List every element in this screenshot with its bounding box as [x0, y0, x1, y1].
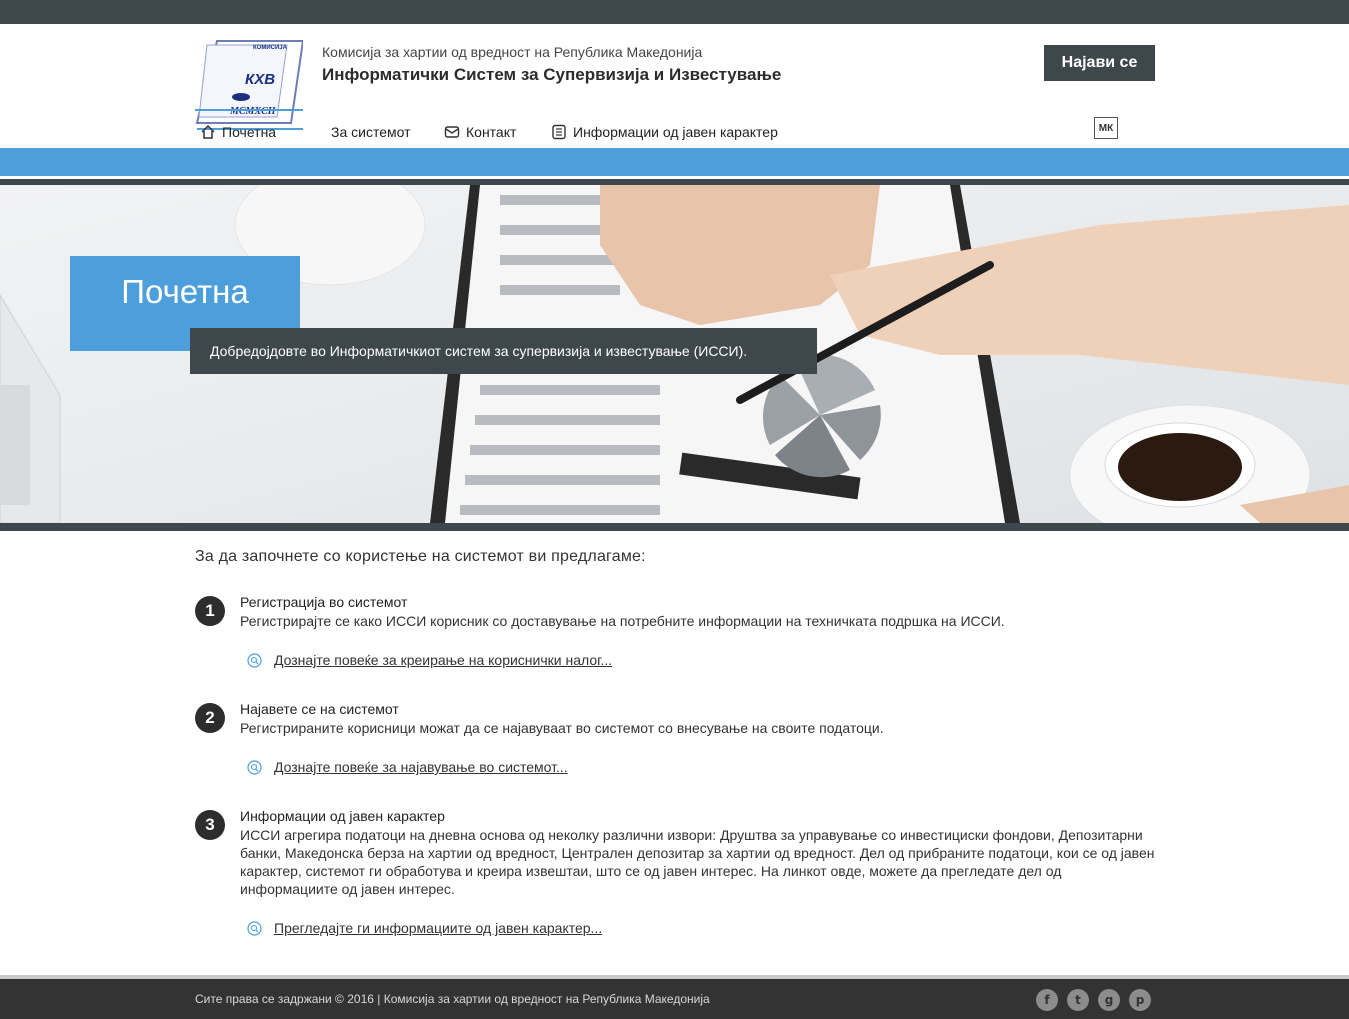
step-link-public-info[interactable]: Прегледајте ги информациите од јавен кар…: [247, 920, 602, 936]
step-text: ИССИ агрегира податоци на дневна основа …: [240, 827, 1155, 897]
system-name: Информатички Систем за Супервизија и Изв…: [322, 65, 782, 84]
step-title: Најавете се на системот: [240, 701, 399, 717]
step-link-label: Дознајте повеќе за креирање на корисничк…: [274, 652, 613, 668]
home-icon: [201, 124, 215, 139]
language-switch[interactable]: МК: [1094, 117, 1118, 139]
nav-item-label: Почетна: [222, 124, 277, 140]
nav-item-label: Информации од јавен карактер: [573, 124, 778, 140]
footer: Сите права се задржани © 2016 | Комисија…: [0, 979, 1349, 1019]
nav-active-indicator: [195, 109, 303, 111]
hero-subtitle: Добредојдовте во Информатичкиот систем з…: [190, 328, 817, 374]
step-link-login[interactable]: Дознајте повеќе за најавување во системо…: [247, 759, 568, 775]
facebook-icon[interactable]: f: [1036, 989, 1058, 1011]
pinterest-icon[interactable]: p: [1129, 989, 1151, 1011]
accent-bar: [0, 148, 1349, 176]
step-text: Регистрираните корисници можат да се нај…: [240, 720, 884, 736]
step-number: 2: [195, 703, 225, 733]
step-number: 1: [195, 596, 225, 626]
nav-item-home[interactable]: Почетна: [200, 118, 276, 146]
copyright-text: Сите права се задржани © 2016 | Комисија…: [195, 992, 710, 1006]
step-3: 3 Информации од јавен карактер ИССИ агре…: [195, 808, 1155, 950]
magnifier-icon: [247, 920, 262, 936]
nav-item-public-info[interactable]: Информации од јавен карактер: [551, 118, 778, 146]
google-plus-icon[interactable]: g: [1098, 989, 1120, 1011]
main-nav: Почетна За системот Контакт Информации о…: [0, 118, 1349, 146]
login-button[interactable]: Најави се: [1044, 45, 1155, 81]
nav-item-label: Контакт: [466, 124, 517, 140]
logo-text-top: КХВ: [245, 71, 275, 88]
document-icon: [552, 124, 566, 140]
step-number: 3: [195, 810, 225, 840]
step-link-label: Прегледајте ги информациите од јавен кар…: [274, 920, 603, 936]
magnifier-icon: [247, 759, 262, 775]
step-link-create-account[interactable]: Дознајте повеќе за креирање на корисничк…: [247, 652, 612, 668]
logo-text-side: КОМИСИЈА: [253, 45, 288, 51]
step-2: 2 Најавете се на системот Регистрираните…: [195, 701, 1155, 783]
step-link-label: Дознајте повеќе за најавување во системо…: [274, 759, 568, 775]
mail-icon: [444, 126, 460, 138]
top-bar: [0, 0, 1349, 24]
magnifier-icon: [247, 652, 262, 668]
step-title: Информации од јавен карактер: [240, 808, 445, 824]
nav-item-label: За системот: [331, 124, 411, 140]
hero-banner: Почетна Добредојдовте во Информатичкиот …: [0, 185, 1349, 523]
step-title: Регистрација во системот: [240, 594, 408, 610]
step-text: Регистрирајте се како ИССИ корисник со д…: [240, 613, 1005, 629]
nav-item-about[interactable]: За системот: [331, 118, 411, 146]
logo-text-bottom: MCMXCII: [229, 106, 277, 117]
nav-item-contact[interactable]: Контакт: [444, 118, 516, 146]
intro-text: За да започнете со користење на системот…: [195, 548, 646, 565]
divider: [0, 523, 1349, 531]
org-name: Комисија за хартии од вредност на Републ…: [322, 44, 703, 60]
twitter-icon[interactable]: t: [1067, 989, 1089, 1011]
step-1: 1 Регистрација во системот Регистрирајте…: [195, 594, 1155, 676]
